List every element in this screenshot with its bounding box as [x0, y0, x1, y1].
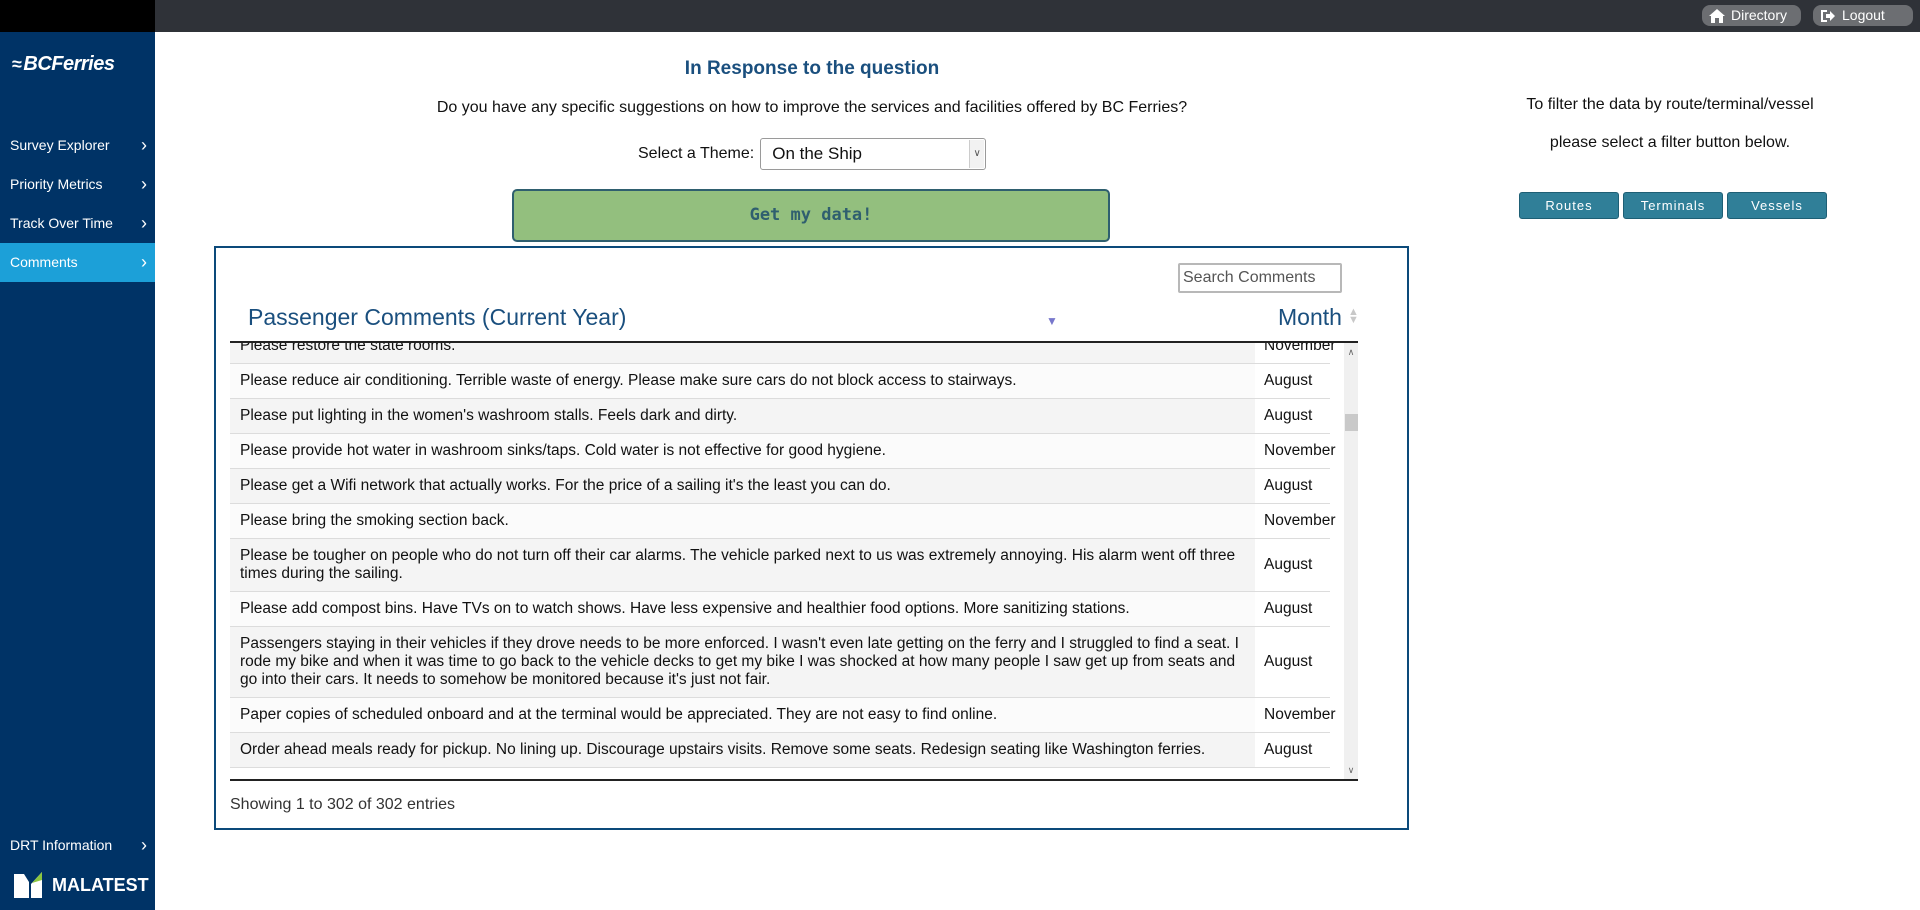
month-cell: November — [1255, 698, 1336, 732]
sidebar-item-track-over-time[interactable]: Track Over Time › — [0, 204, 155, 243]
malatest-mark-icon — [14, 872, 42, 898]
table-scrollbar[interactable]: ∧ ∨ — [1344, 343, 1358, 779]
month-cell: August — [1255, 627, 1330, 697]
logout-button[interactable]: Logout — [1813, 5, 1913, 26]
sidebar-item-label: Survey Explorer — [10, 137, 110, 153]
footer-divider — [230, 779, 1358, 781]
bcferries-logo[interactable]: ≈ BCFerries — [12, 50, 147, 78]
routes-filter-button[interactable]: Routes — [1519, 192, 1619, 219]
directory-button[interactable]: Directory — [1702, 5, 1801, 26]
sidebar-item-survey-explorer[interactable]: Survey Explorer › — [0, 126, 155, 165]
scrollbar-thumb[interactable] — [1345, 414, 1358, 431]
month-cell: August — [1255, 592, 1330, 626]
entries-info: Showing 1 to 302 of 302 entries — [230, 796, 456, 813]
comment-cell: Paper copies of scheduled onboard and at… — [230, 698, 1255, 732]
table-row[interactable]: Passengers staying in their vehicles if … — [230, 627, 1330, 698]
comment-cell: Please be tougher on people who do not t… — [230, 539, 1255, 591]
comment-cell: Please add compost bins. Have TVs on to … — [230, 592, 1255, 626]
theme-label: Select a Theme: — [638, 145, 755, 162]
comments-table-body: Please restore the state rooms. November P… — [230, 343, 1358, 779]
malatest-text: MALATEST — [52, 874, 149, 895]
survey-question: Do you have any specific suggestions on … — [436, 99, 1188, 116]
sort-desc-icon[interactable]: ▼ — [1046, 314, 1058, 328]
table-row[interactable]: Please put lighting in the women's washr… — [230, 399, 1330, 434]
chevron-down-icon: ∨ — [969, 140, 985, 168]
get-my-data-button[interactable]: Get my data! — [512, 189, 1110, 242]
comment-cell: Please provide hot water in washroom sin… — [230, 434, 1255, 468]
logout-label: Logout — [1842, 7, 1885, 23]
logout-icon — [1819, 8, 1837, 24]
comment-cell: Please put lighting in the women's washr… — [230, 399, 1255, 433]
top-bar: Directory Logout — [0, 0, 1920, 32]
home-icon — [1708, 8, 1726, 24]
logo-text: BCFerries — [23, 52, 115, 75]
chevron-right-icon: › — [141, 213, 147, 233]
sidebar-item-label: Track Over Time — [10, 215, 113, 231]
filter-instruction-line2: please select a filter button below. — [1549, 134, 1791, 151]
terminals-filter-button[interactable]: Terminals — [1623, 192, 1723, 219]
month-cell: August — [1255, 364, 1330, 398]
comment-cell: Please reduce air conditioning. Terrible… — [230, 364, 1255, 398]
month-cell: August — [1255, 733, 1330, 767]
theme-selector-row: Select a Theme: On the Ship ∨ — [638, 138, 987, 170]
directory-label: Directory — [1731, 7, 1788, 23]
column-header-month[interactable]: Month — [1278, 304, 1342, 331]
page-title: In Response to the question — [684, 58, 940, 79]
month-cell: November — [1255, 343, 1336, 363]
month-cell: August — [1255, 539, 1330, 591]
table-row[interactable]: Please restore the state rooms. November — [230, 343, 1336, 364]
chevron-right-icon: › — [141, 252, 147, 272]
comment-cell: Please restore the state rooms. — [230, 343, 1255, 363]
table-row[interactable]: Please bring the smoking section back. No… — [230, 504, 1336, 539]
theme-select-value: On the Ship — [772, 144, 862, 163]
top-bar-left-block — [0, 0, 155, 32]
sidebar-item-priority-metrics[interactable]: Priority Metrics › — [0, 165, 155, 204]
sidebar-item-label: Comments — [10, 254, 78, 270]
month-cell: November — [1255, 504, 1336, 538]
comment-cell: Please get a Wifi network that actually … — [230, 469, 1255, 503]
wave-icon: ≈ — [12, 53, 22, 74]
month-cell: August — [1255, 469, 1330, 503]
sidebar-item-comments[interactable]: Comments › — [0, 243, 155, 282]
sort-both-icon[interactable]: ▲ ▼ — [1348, 307, 1359, 326]
filter-instruction-line1: To filter the data by route/terminal/ves… — [1526, 96, 1814, 113]
comments-panel: Passenger Comments (Current Year) ▼ Mont… — [214, 246, 1409, 830]
search-comments-input[interactable] — [1178, 263, 1342, 293]
table-row[interactable]: Please add compost bins. Have TVs on to … — [230, 592, 1330, 627]
sidebar-item-label: DRT Information — [10, 837, 113, 853]
malatest-logo: MALATEST — [14, 870, 149, 900]
scroll-up-icon[interactable]: ∧ — [1344, 345, 1358, 359]
table-row[interactable]: Paper copies of scheduled onboard and at… — [230, 698, 1336, 733]
table-row[interactable]: Please get a Wifi network that actually … — [230, 469, 1330, 504]
column-header-comments[interactable]: Passenger Comments (Current Year) — [248, 304, 626, 331]
theme-select[interactable]: On the Ship ∨ — [760, 138, 987, 170]
sidebar-item-drt-information[interactable]: DRT Information › — [0, 826, 155, 865]
chevron-right-icon: › — [141, 835, 147, 855]
table-row[interactable]: Please be tougher on people who do not t… — [230, 539, 1330, 592]
month-cell: November — [1255, 434, 1336, 468]
month-cell: August — [1255, 399, 1330, 433]
sidebar: ≈ BCFerries Survey Explorer › Priority M… — [0, 32, 155, 910]
scroll-down-icon[interactable]: ∨ — [1344, 763, 1358, 777]
comment-cell: Order ahead meals ready for pickup. No l… — [230, 733, 1255, 767]
table-row[interactable]: Please reduce air conditioning. Terrible… — [230, 364, 1330, 399]
table-row[interactable]: Please provide hot water in washroom sin… — [230, 434, 1336, 469]
comments-rows: Please restore the state rooms. November P… — [230, 343, 1336, 768]
chevron-right-icon: › — [141, 174, 147, 194]
comment-cell: Please bring the smoking section back. — [230, 504, 1255, 538]
comment-cell: Passengers staying in their vehicles if … — [230, 627, 1255, 697]
chevron-right-icon: › — [141, 135, 147, 155]
vessels-filter-button[interactable]: Vessels — [1727, 192, 1827, 219]
table-row[interactable]: Order ahead meals ready for pickup. No l… — [230, 733, 1330, 768]
sidebar-item-label: Priority Metrics — [10, 176, 103, 192]
